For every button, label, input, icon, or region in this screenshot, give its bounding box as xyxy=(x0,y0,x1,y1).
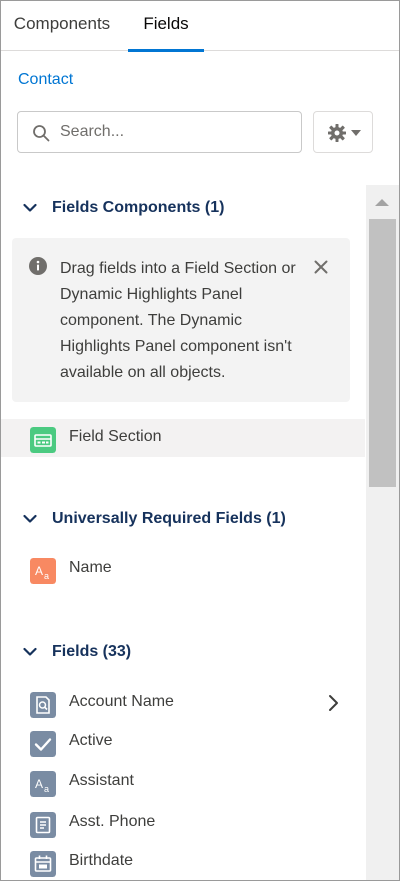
lightning-app-builder-panel: Components Fields Contact Search... Fiel… xyxy=(0,0,400,881)
text-field-icon: A a xyxy=(30,771,56,797)
section-fields[interactable]: Fields (33) xyxy=(23,641,223,665)
search-icon xyxy=(33,125,50,142)
section-fields-components[interactable]: Fields Components (1) xyxy=(23,197,273,221)
phone-field-icon xyxy=(30,812,56,838)
section-universally-required-fields[interactable]: Universally Required Fields (1) xyxy=(23,508,343,532)
settings-menu-button[interactable] xyxy=(313,111,373,153)
item-label: Birthdate xyxy=(69,852,134,869)
section-label: Fields (33) xyxy=(52,643,132,660)
scrollbar[interactable] xyxy=(366,185,399,880)
text-field-icon: A a xyxy=(30,558,56,584)
info-icon xyxy=(29,257,47,275)
field-item-active[interactable]: Active xyxy=(1,723,365,761)
field-item-assistant[interactable]: A a Assistant xyxy=(1,763,365,801)
lookup-field-icon xyxy=(30,692,56,718)
svg-text:a: a xyxy=(44,571,49,581)
tab-bar: Components Fields xyxy=(1,1,399,52)
search-box xyxy=(17,111,302,153)
checkbox-field-icon xyxy=(30,731,56,757)
field-section-icon xyxy=(30,427,56,453)
section-label: Universally Required Fields (1) xyxy=(52,510,286,527)
field-item-asst-phone[interactable]: Asst. Phone xyxy=(1,804,365,842)
item-label: Name xyxy=(69,559,112,576)
chevron-down-icon xyxy=(23,203,37,212)
item-label: Asst. Phone xyxy=(69,813,156,830)
gear-icon xyxy=(328,124,346,142)
search-input[interactable] xyxy=(60,113,295,151)
info-text: Drag fields into a Field Section or Dyna… xyxy=(60,260,296,381)
chevron-right-icon[interactable] xyxy=(327,694,339,712)
chevron-down-icon xyxy=(23,647,37,656)
tab-fields[interactable]: Fields xyxy=(128,1,204,52)
svg-text:A: A xyxy=(35,564,43,578)
caret-down-icon xyxy=(351,130,361,136)
svg-text:a: a xyxy=(44,784,49,794)
field-item-birthdate[interactable]: Birthdate xyxy=(1,843,365,880)
item-label: Assistant xyxy=(69,772,134,789)
field-item-account-name[interactable]: Account Name xyxy=(1,684,365,722)
component-item-field-section[interactable]: Field Section xyxy=(1,419,365,457)
item-label: Account Name xyxy=(69,693,174,710)
field-item-name[interactable]: A a Name xyxy=(1,550,365,588)
scroll-thumb[interactable] xyxy=(369,219,396,487)
item-label: Active xyxy=(69,732,113,749)
chevron-down-icon xyxy=(23,514,37,523)
item-label: Field Section xyxy=(69,428,162,445)
info-notice: Drag fields into a Field Section or Dyna… xyxy=(12,238,350,402)
date-field-icon xyxy=(30,851,56,877)
object-link[interactable]: Contact xyxy=(18,71,73,89)
tab-components[interactable]: Components xyxy=(1,1,123,51)
scroll-up-arrow-icon[interactable] xyxy=(374,197,390,207)
section-label: Fields Components (1) xyxy=(52,199,225,216)
close-icon[interactable] xyxy=(314,260,328,274)
svg-text:A: A xyxy=(35,777,43,791)
